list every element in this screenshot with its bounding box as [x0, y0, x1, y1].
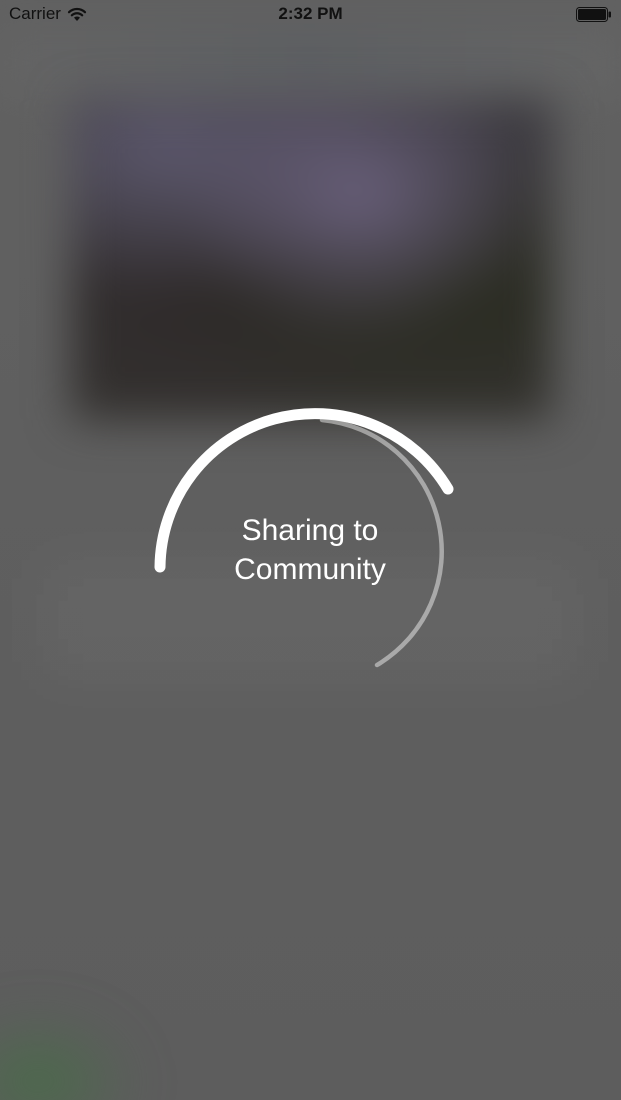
sharing-progress-indicator: Sharing to Community — [150, 389, 470, 709]
sharing-overlay-screen: Carrier 2:32 PM Sharing to Community — [0, 0, 621, 1100]
blurred-corner-thumbnail — [0, 1010, 140, 1100]
blurred-photo — [72, 100, 552, 420]
sharing-status-line-1: Sharing to — [241, 514, 379, 547]
sharing-status-text: Sharing to Community — [150, 511, 470, 589]
status-bar: Carrier 2:32 PM — [0, 0, 621, 30]
blurred-navigation-bar — [0, 28, 621, 98]
battery-icon — [576, 7, 612, 22]
sharing-status-line-2: Community — [234, 553, 386, 586]
status-time: 2:32 PM — [278, 4, 343, 23]
